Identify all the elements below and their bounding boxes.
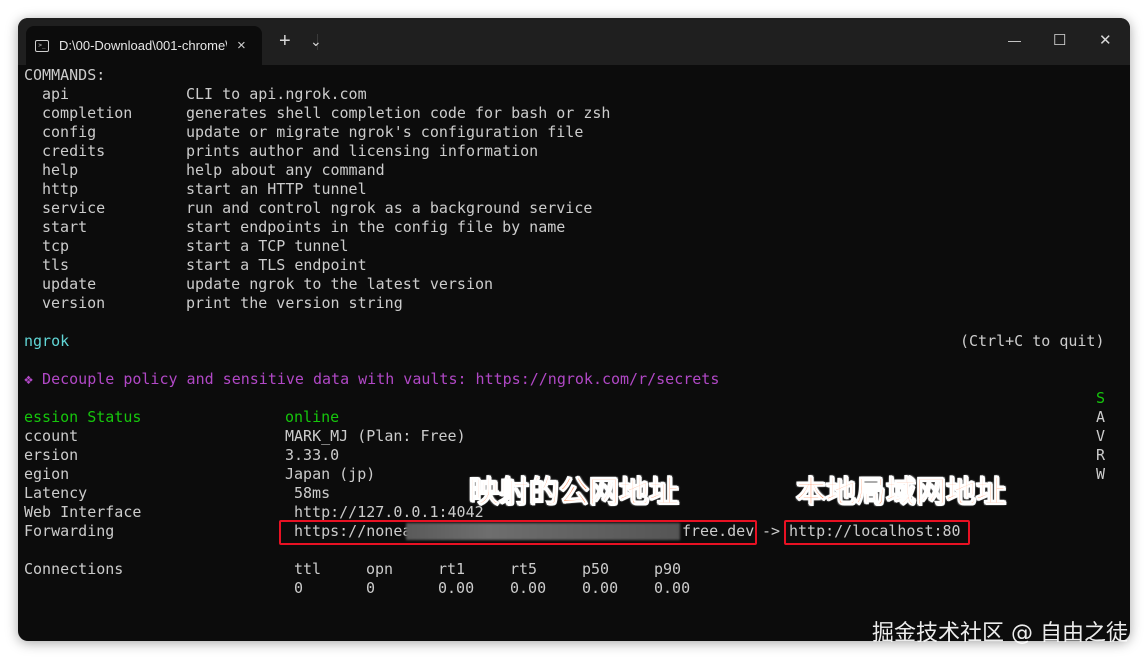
maximize-button[interactable]: ☐ bbox=[1053, 30, 1066, 52]
status-label: egion bbox=[24, 465, 70, 483]
terminal-output[interactable]: COMMANDS: api CLI to api.ngrok.com complet… bbox=[24, 65, 1124, 635]
minimize-button[interactable]: — bbox=[1008, 30, 1021, 52]
watermark: 掘金技术社区 @ 自由之徒 bbox=[872, 621, 1128, 646]
tab-close-icon[interactable]: × bbox=[237, 37, 246, 54]
command-name: update bbox=[42, 275, 97, 293]
status-label: Latency bbox=[24, 484, 88, 502]
command-name: start bbox=[42, 218, 88, 236]
status-label: ccount bbox=[24, 427, 79, 445]
command-name: config bbox=[42, 123, 97, 141]
side-letter: A bbox=[1096, 408, 1106, 426]
status-value: Japan (jp) bbox=[285, 465, 376, 483]
terminal-window: >_ D:\00-Download\001-chrome\ × + ⌄ — ☐ … bbox=[18, 18, 1130, 641]
connections-value: 0 bbox=[294, 579, 304, 597]
command-name: completion bbox=[42, 104, 133, 122]
status-label: Web Interface bbox=[24, 503, 142, 521]
commands-header: COMMANDS: bbox=[24, 66, 106, 84]
status-label: ersion bbox=[24, 446, 79, 464]
command-name: tcp bbox=[42, 237, 70, 255]
side-letter: R bbox=[1096, 446, 1106, 464]
command-name: help bbox=[42, 161, 79, 179]
connections-header: p90 bbox=[654, 560, 682, 578]
connections-header: ttl bbox=[294, 560, 322, 578]
connections-value: 0 bbox=[366, 579, 376, 597]
command-description: start a TCP tunnel bbox=[186, 237, 349, 255]
new-tab-button[interactable]: + bbox=[279, 30, 291, 52]
annotation-local-address: 本地局域网地址 bbox=[796, 475, 1007, 511]
side-letter: W bbox=[1096, 465, 1106, 483]
side-letter: S bbox=[1096, 389, 1106, 407]
command-name: version bbox=[42, 294, 106, 312]
connections-label: Connections bbox=[24, 560, 124, 578]
command-name: http bbox=[42, 180, 79, 198]
connections-header: p50 bbox=[582, 560, 610, 578]
command-name: tls bbox=[42, 256, 70, 274]
command-description: update or migrate ngrok's configuration … bbox=[186, 123, 584, 141]
forwarding-arrow: -> bbox=[762, 522, 781, 540]
connections-header: opn bbox=[366, 560, 394, 578]
connections-value: 0.00 bbox=[582, 579, 619, 597]
status-value: 3.33.0 bbox=[285, 446, 340, 464]
connections-header: rt1 bbox=[438, 560, 466, 578]
promo-message: ❖ Decouple policy and sensitive data wit… bbox=[24, 370, 720, 388]
side-letter: V bbox=[1096, 427, 1106, 445]
command-name: api bbox=[42, 85, 70, 103]
chevron-down-icon[interactable]: ⌄ bbox=[310, 30, 322, 52]
forwarding-label: Forwarding bbox=[24, 522, 115, 540]
command-name: service bbox=[42, 199, 106, 217]
command-description: generates shell completion code for bash… bbox=[186, 104, 611, 122]
command-description: update ngrok to the latest version bbox=[186, 275, 494, 293]
title-bar: >_ D:\00-Download\001-chrome\ × + ⌄ — ☐ … bbox=[18, 18, 1130, 65]
connections-value: 0.00 bbox=[654, 579, 691, 597]
terminal-icon: >_ bbox=[35, 39, 49, 52]
annotation-public-address: 映射的公网地址 bbox=[469, 475, 680, 511]
command-description: print the version string bbox=[186, 294, 403, 312]
status-value: 58ms bbox=[294, 484, 331, 502]
command-description: CLI to api.ngrok.com bbox=[186, 85, 367, 103]
status-value: online bbox=[285, 408, 340, 426]
ngrok-brand: ngrok bbox=[24, 332, 70, 350]
public-url-highlight bbox=[279, 520, 757, 545]
tab-title: D:\00-Download\001-chrome\ bbox=[59, 38, 227, 53]
status-label: ession Status bbox=[24, 408, 142, 426]
command-name: credits bbox=[42, 142, 106, 160]
command-description: help about any command bbox=[186, 161, 385, 179]
connections-value: 0.00 bbox=[510, 579, 547, 597]
status-value: MARK_MJ (Plan: Free) bbox=[285, 427, 466, 445]
close-button[interactable]: ✕ bbox=[1099, 30, 1112, 52]
connections-value: 0.00 bbox=[438, 579, 475, 597]
command-description: start a TLS endpoint bbox=[186, 256, 367, 274]
connections-header: rt5 bbox=[510, 560, 538, 578]
local-url-highlight bbox=[784, 520, 970, 545]
command-description: run and control ngrok as a background se… bbox=[186, 199, 593, 217]
command-description: start an HTTP tunnel bbox=[186, 180, 367, 198]
command-description: prints author and licensing information bbox=[186, 142, 539, 160]
command-description: start endpoints in the config file by na… bbox=[186, 218, 566, 236]
quit-hint: (Ctrl+C to quit) bbox=[960, 332, 1105, 350]
tab-terminal[interactable]: >_ D:\00-Download\001-chrome\ × bbox=[26, 26, 262, 65]
